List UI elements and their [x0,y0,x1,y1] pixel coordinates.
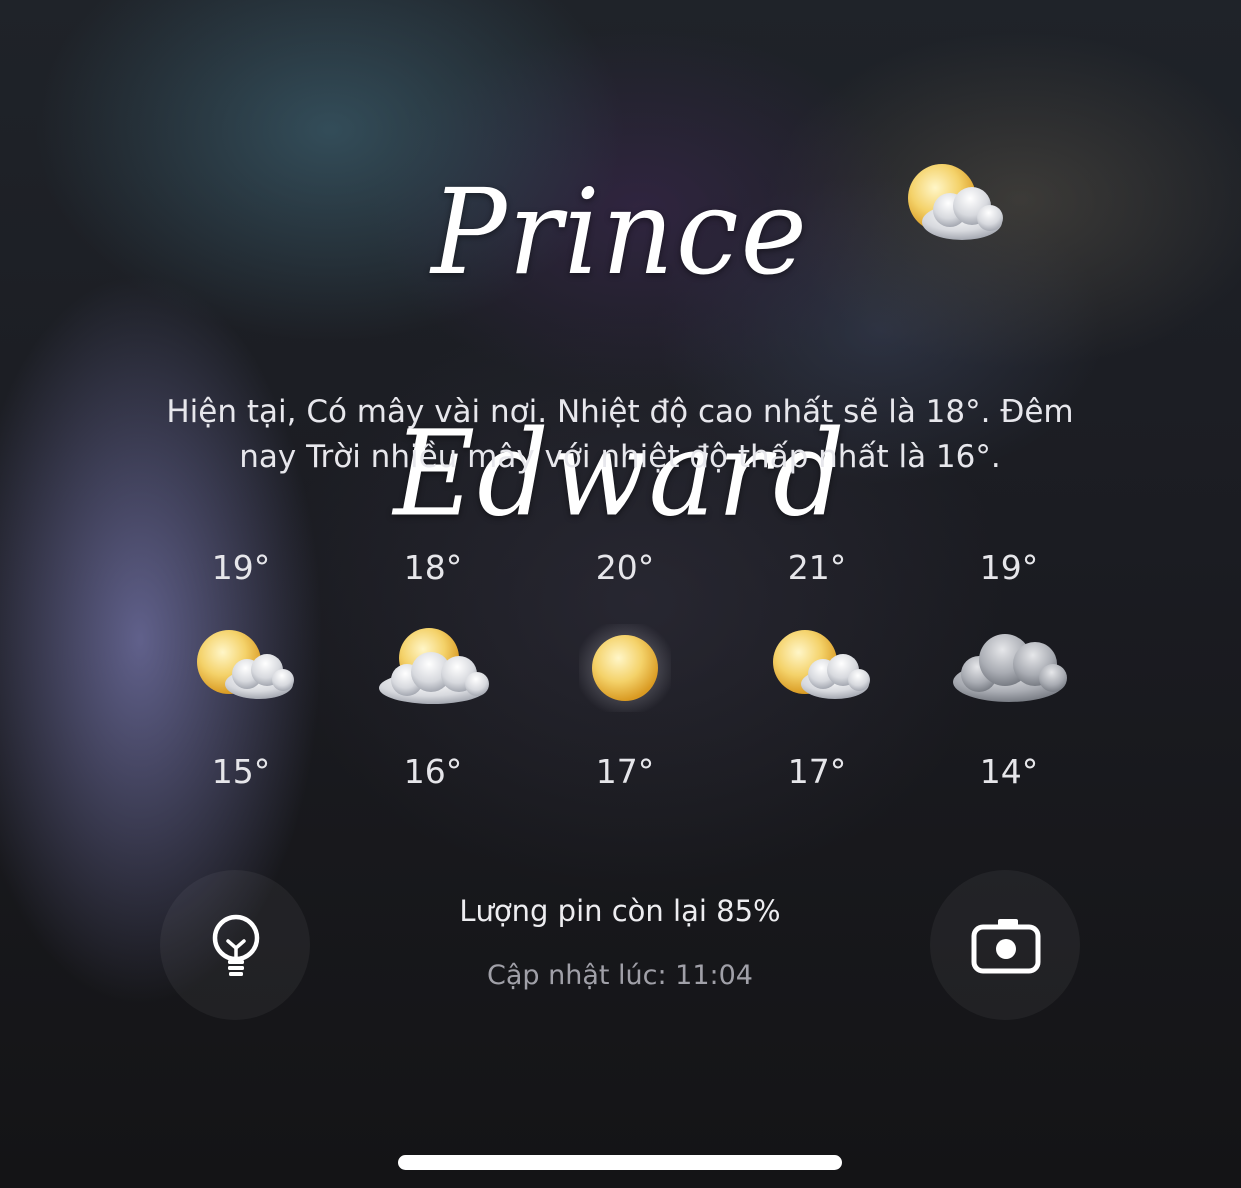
partly-cloudy-icon [890,150,1010,260]
low-temperature: 16° [403,752,463,791]
high-temperature: 20° [595,548,655,587]
high-temperature: 19° [979,548,1039,587]
battery-status: Lượng pin còn lại 85% [459,894,781,928]
high-temperature: 19° [211,548,271,587]
forecast-day: 19° 14° [913,540,1105,810]
low-temperature: 17° [595,752,655,791]
weather-summary: Hiện tại, Có mây vài nơi. Nhiệt độ cao n… [166,394,1074,475]
flashlight-button[interactable] [160,870,310,1020]
partly-cloudy-icon [757,618,877,718]
home-indicator[interactable] [398,1155,842,1170]
flashlight-bulb-icon [212,914,260,976]
lock-screen: Prince Edward Hiện tại, Có mây vài nơi. … [0,0,1241,1188]
low-temperature: 17° [787,752,847,791]
forecast-day: 21° 17° [721,540,913,810]
low-temperature: 14° [979,752,1039,791]
cloudy-icon [949,618,1069,718]
forecast-row: 19° 15° 18° 16° 20° 17° 21° 17° 19° 14° [145,540,1155,810]
forecast-day: 19° 15° [145,540,337,810]
forecast-day: 20° 17° [529,540,721,810]
high-temperature: 18° [403,548,463,587]
hazy-sun-icon [565,618,685,718]
last-updated: Cập nhật lúc: 11:04 [486,960,753,991]
camera-button[interactable] [930,870,1080,1020]
high-temperature: 21° [787,548,847,587]
partly-cloudy-icon [181,618,301,718]
mostly-cloudy-icon [373,618,493,718]
location-title: Prince Edward [393,164,847,543]
camera-icon [971,919,1041,974]
forecast-day: 18° 16° [337,540,529,810]
low-temperature: 15° [211,752,271,791]
